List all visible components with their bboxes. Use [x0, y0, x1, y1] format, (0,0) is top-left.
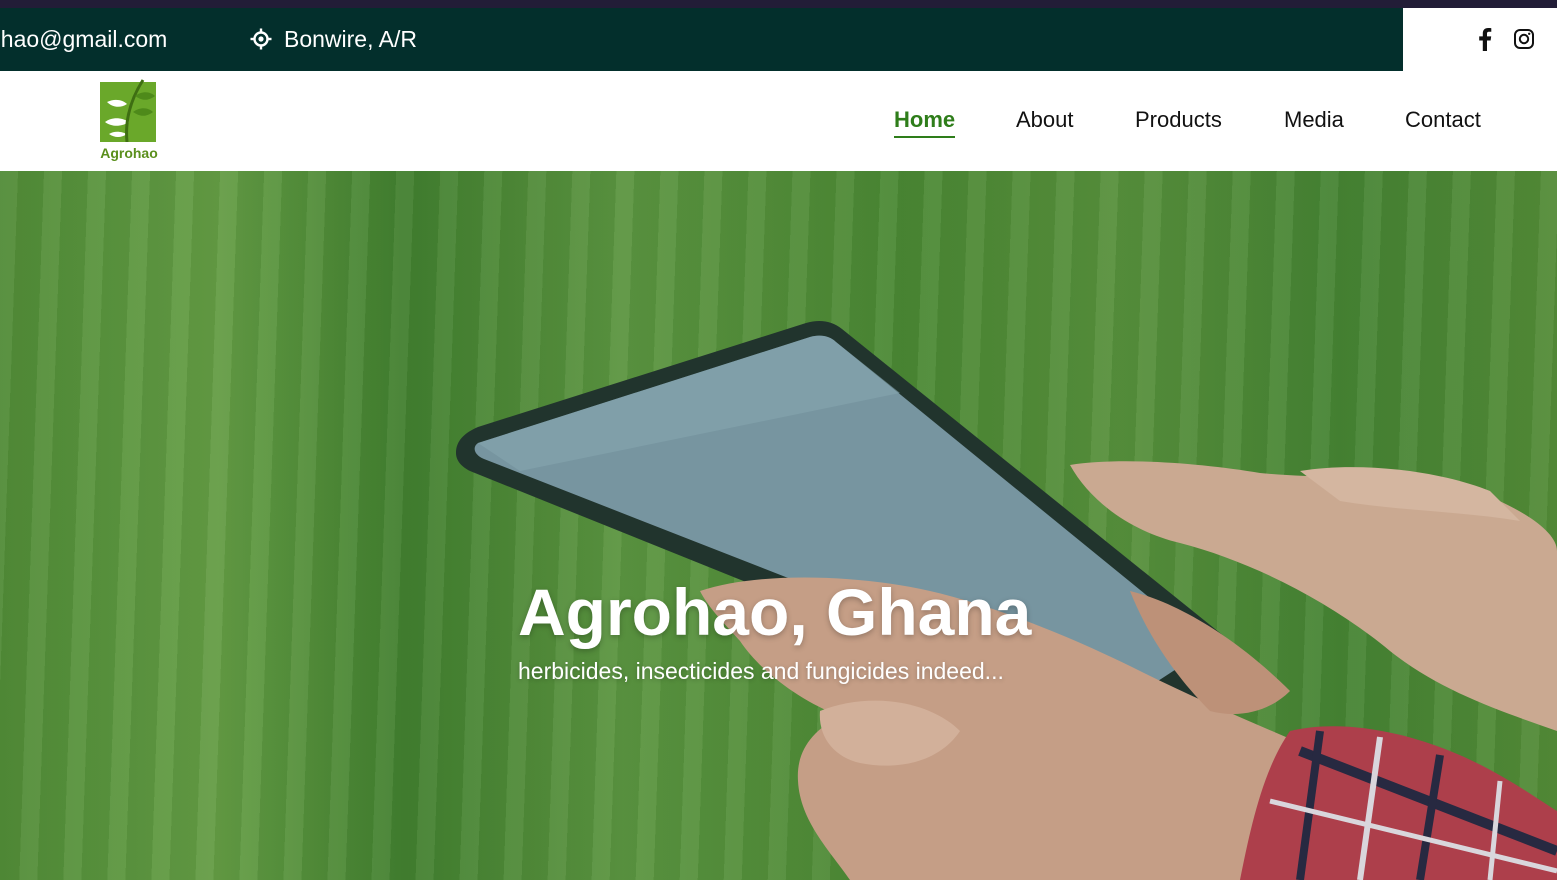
- hero-banner: Agrohao, Ghana herbicides, insecticides …: [0, 171, 1557, 880]
- leaf-logo-icon: [100, 79, 156, 142]
- top-contact-bar: ohao@gmail.com Bonwire, A/R: [0, 8, 1403, 71]
- social-links: [1403, 8, 1557, 71]
- main-navbar: Agrohao Home About Products Media Contac…: [0, 71, 1557, 171]
- nav-products[interactable]: Products: [1135, 105, 1222, 135]
- facebook-icon[interactable]: [1474, 27, 1496, 51]
- instagram-icon[interactable]: [1513, 28, 1535, 50]
- browser-top-strip: [0, 0, 1557, 8]
- hero-tablet-image: [0, 171, 1557, 880]
- hero-subtitle: herbicides, insecticides and fungicides …: [518, 658, 1004, 684]
- agrohao-logo[interactable]: Agrohao: [96, 78, 162, 164]
- hero-title: Agrohao, Ghana: [518, 575, 1032, 649]
- nav-about[interactable]: About: [1016, 105, 1074, 135]
- nav-contact[interactable]: Contact: [1405, 105, 1481, 135]
- nav-home[interactable]: Home: [894, 105, 956, 138]
- location-target-icon: [250, 28, 272, 50]
- location-text: Bonwire, A/R: [284, 26, 417, 52]
- nav-media[interactable]: Media: [1284, 105, 1344, 135]
- contact-email[interactable]: ohao@gmail.com: [0, 8, 167, 71]
- logo-text: Agrohao: [100, 145, 158, 161]
